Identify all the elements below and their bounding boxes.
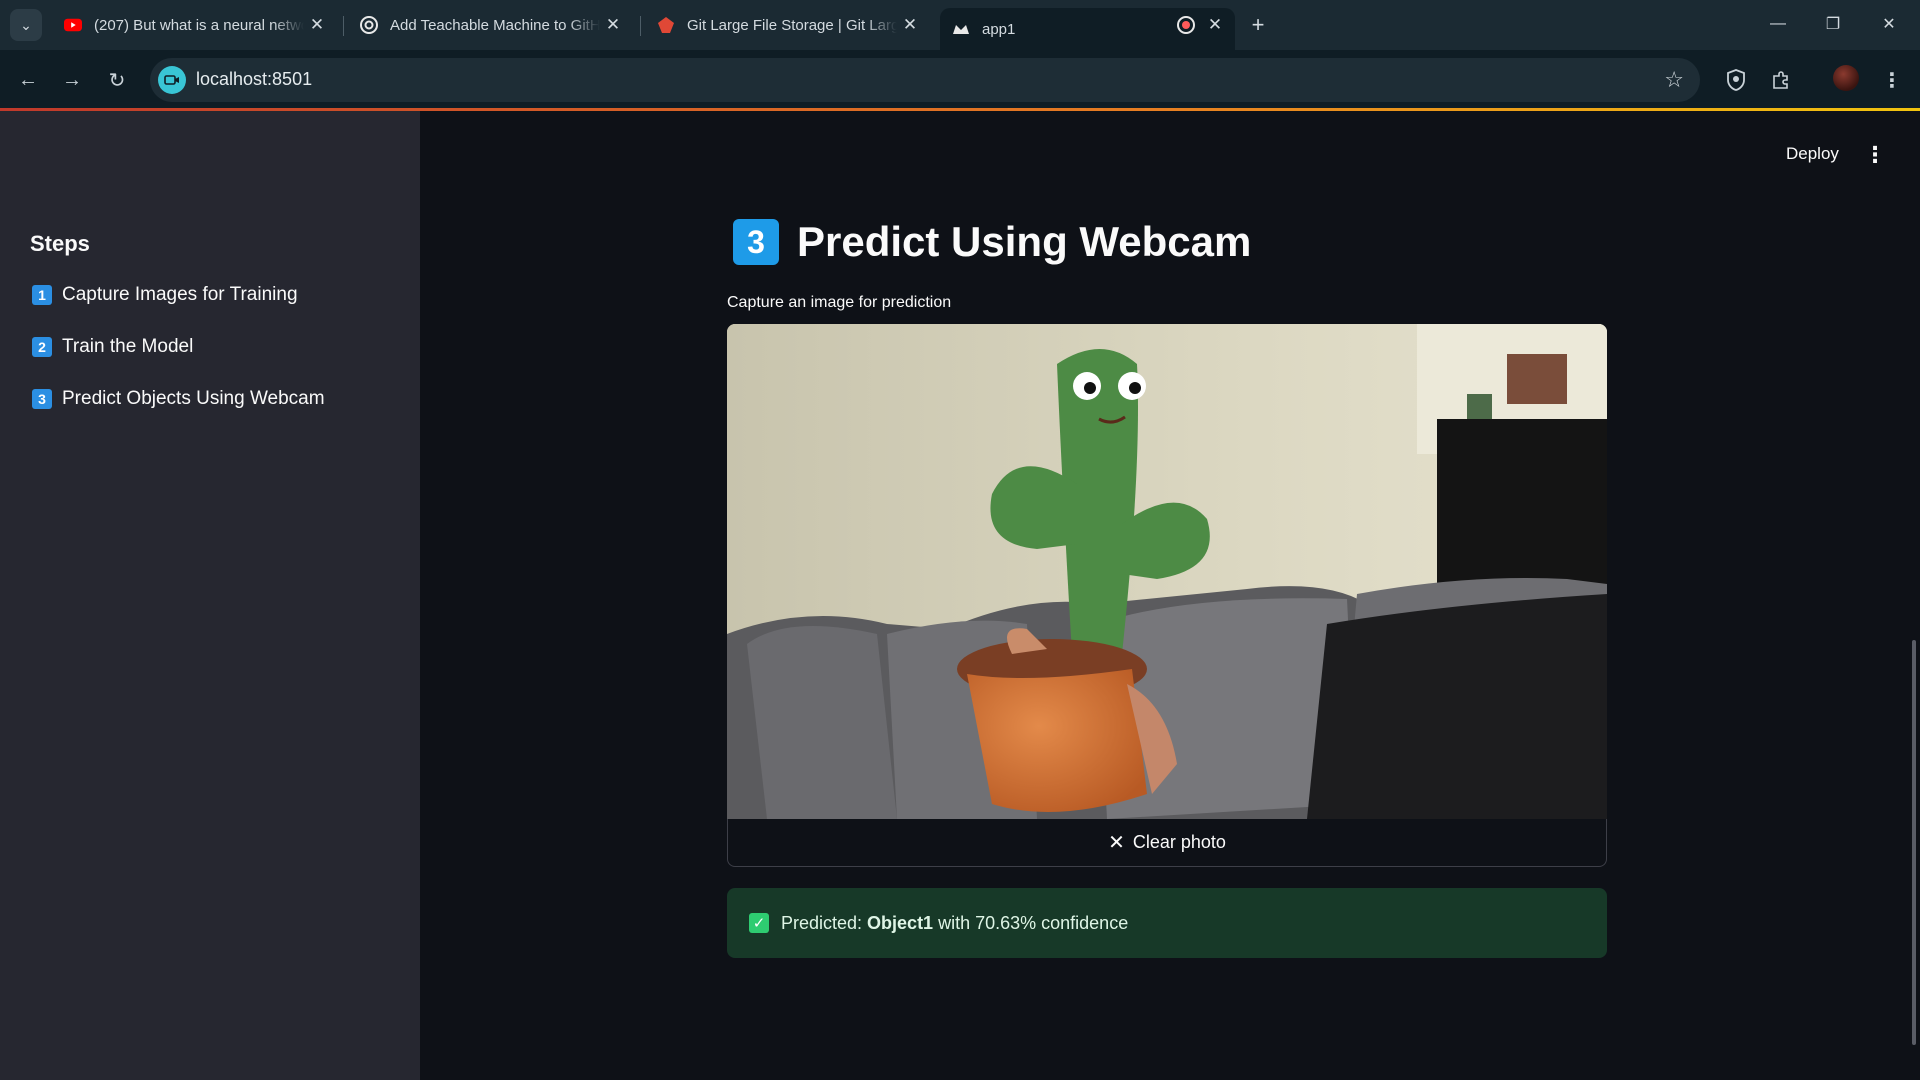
forward-arrow-icon[interactable]: → (56, 64, 88, 96)
sidebar-item-label: Capture Images for Training (62, 284, 298, 305)
clear-photo-label: Clear photo (1132, 832, 1226, 852)
tab-git-lfs[interactable]: Git Large File Storage | Git Large ✕ (645, 8, 930, 42)
keycap-1-icon: 1 (32, 285, 52, 305)
tab-separator (343, 16, 344, 36)
tab-youtube[interactable]: (207) But what is a neural network ✕ (52, 8, 337, 42)
url-text: localhost:8501 (196, 69, 313, 89)
extensions-puzzle-icon[interactable] (1765, 64, 1797, 96)
window-close-icon[interactable]: ✕ (1866, 8, 1912, 40)
clear-photo-button[interactable]: ✕ Clear photo (727, 819, 1607, 867)
close-icon[interactable]: ✕ (1205, 15, 1225, 35)
tab-title: Git Large File Storage | Git Large (687, 16, 897, 34)
tab-strip: ⌄ (207) But what is a neural network ✕ A… (0, 0, 1920, 50)
webcam-photo (727, 324, 1607, 819)
browser-menu-icon[interactable]: ⋮ (1876, 64, 1908, 96)
close-icon[interactable]: ✕ (603, 15, 623, 35)
address-bar[interactable]: localhost:8501 ☆ (150, 58, 1700, 102)
youtube-icon (64, 16, 82, 34)
sidebar-item-label: Predict Objects Using Webcam (62, 388, 325, 409)
sidebar-item-train: 2 Train the Model (32, 336, 193, 358)
checkmark-icon: ✓ (749, 913, 769, 933)
close-icon: ✕ (1108, 832, 1125, 854)
scrollbar[interactable] (1912, 640, 1916, 1045)
keycap-3-icon: 3 (32, 389, 52, 409)
browser-toolbar: ← → ↻ localhost:8501 ☆ ⋮ (0, 50, 1920, 110)
prediction-prefix: Predicted: (781, 912, 863, 933)
tab-title: Add Teachable Machine to GitHub (390, 16, 600, 34)
streamlit-icon (952, 20, 970, 38)
bookmark-star-icon[interactable]: ☆ (1664, 67, 1684, 93)
sidebar-item-predict: 3 Predict Objects Using Webcam (32, 388, 325, 410)
tab-app1[interactable]: app1 ✕ (940, 8, 1235, 50)
sidebar: Steps 1 Capture Images for Training 2 Tr… (0, 111, 420, 1080)
back-arrow-icon[interactable]: ← (12, 64, 44, 96)
shield-extension-icon[interactable] (1720, 64, 1752, 96)
sidebar-item-label: Train the Model (62, 336, 194, 357)
profile-avatar[interactable] (1833, 65, 1859, 91)
keycap-2-icon: 2 (32, 337, 52, 357)
sidebar-heading: Steps (30, 231, 90, 256)
close-icon[interactable]: ✕ (307, 15, 327, 35)
predicted-object: Object1 (867, 912, 934, 933)
restore-icon[interactable]: ❐ (1810, 8, 1856, 40)
openai-icon (360, 16, 378, 34)
close-icon[interactable]: ✕ (900, 15, 920, 35)
app-menu-icon[interactable]: ⋮ (1864, 142, 1886, 168)
webcam-image (727, 324, 1607, 819)
reload-icon[interactable]: ↻ (101, 64, 133, 96)
tab-title: (207) But what is a neural network (94, 16, 304, 34)
prediction-confidence: with 70.63% confidence (938, 912, 1129, 933)
page-title-text: Predict Using Webcam (797, 218, 1252, 265)
page-title: 3 Predict Using Webcam (733, 218, 1251, 266)
git-lfs-icon (657, 16, 675, 34)
tab-separator (640, 16, 641, 36)
tab-search-button[interactable]: ⌄ (10, 9, 42, 41)
minimize-icon[interactable]: — (1755, 8, 1801, 40)
tab-teachable[interactable]: Add Teachable Machine to GitHub ✕ (348, 8, 633, 42)
camera-input-label: Capture an image for prediction (727, 294, 952, 311)
deploy-button[interactable]: Deploy (1786, 144, 1839, 164)
keycap-3-icon: 3 (733, 219, 779, 265)
recording-icon[interactable] (1177, 16, 1195, 34)
sidebar-item-capture: 1 Capture Images for Training (32, 284, 298, 306)
camera-permission-icon[interactable] (158, 66, 186, 94)
tab-title: app1 (982, 20, 1016, 38)
prediction-success-alert: ✓ Predicted: Object1 with 70.63% confide… (727, 888, 1607, 958)
new-tab-plus-icon[interactable]: + (1245, 12, 1271, 38)
